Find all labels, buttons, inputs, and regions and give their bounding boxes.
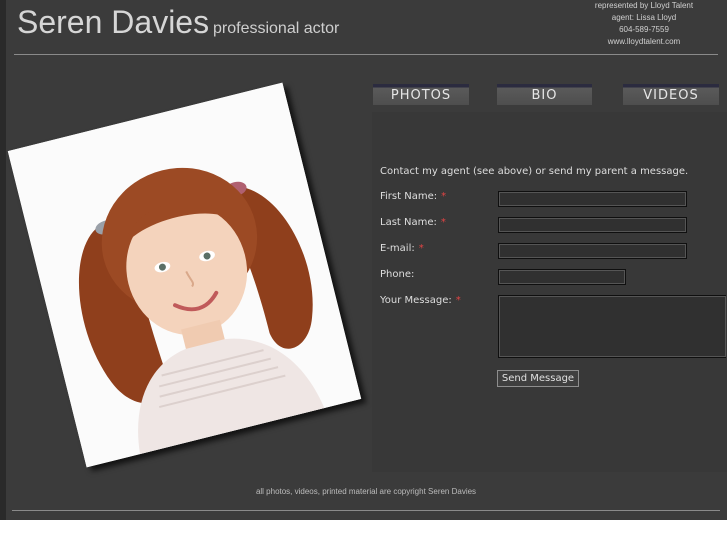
message-label: Your Message: * (380, 295, 461, 306)
required-mark: * (455, 295, 461, 306)
nav-photos-button[interactable]: PHOTOS (373, 84, 469, 105)
phone-label: Phone: (380, 269, 414, 280)
last-name-input[interactable] (498, 217, 687, 233)
page-background: Seren Davies professional actor represen… (0, 0, 727, 520)
message-textarea[interactable] (498, 295, 726, 358)
message-label-text: Your Message: (380, 295, 452, 306)
first-name-label-text: First Name: (380, 191, 438, 202)
left-edge-strip (0, 0, 6, 520)
nav-bio-button[interactable]: BIO (497, 84, 592, 105)
first-name-label: First Name: * (380, 191, 446, 202)
actor-tagline: professional actor (213, 20, 340, 37)
footer-divider (12, 510, 720, 511)
header-divider (14, 54, 718, 55)
required-mark: * (441, 191, 447, 202)
contact-intro: Contact my agent (see above) or send my … (380, 166, 689, 177)
email-input[interactable] (498, 243, 687, 259)
first-name-input[interactable] (498, 191, 687, 207)
copyright-notice: all photos, videos, printed material are… (255, 487, 477, 496)
actor-name: Seren Davies (17, 4, 210, 40)
required-mark: * (418, 243, 424, 254)
last-name-label: Last Name: * (380, 217, 446, 228)
agent-name: agent: Lissa Lloyd (611, 13, 677, 22)
agent-info: represented by Lloyd Talent agent: Lissa… (560, 0, 727, 48)
last-name-label-text: Last Name: (380, 217, 437, 228)
headshot-photo (7, 82, 362, 468)
email-label: E-mail: * (380, 243, 424, 254)
email-label-text: E-mail: (380, 243, 415, 254)
agent-represented: represented by Lloyd Talent (594, 1, 694, 10)
send-message-button[interactable]: Send Message (497, 370, 579, 387)
nav-videos-button[interactable]: VIDEOS (623, 84, 719, 105)
phone-label-text: Phone: (380, 269, 415, 280)
required-mark: * (440, 217, 446, 228)
phone-input[interactable] (498, 269, 626, 285)
headshot-illustration (7, 82, 362, 468)
agent-website[interactable]: www.lloydtalent.com (560, 36, 727, 48)
agent-phone: 604-589-7559 (619, 25, 669, 34)
